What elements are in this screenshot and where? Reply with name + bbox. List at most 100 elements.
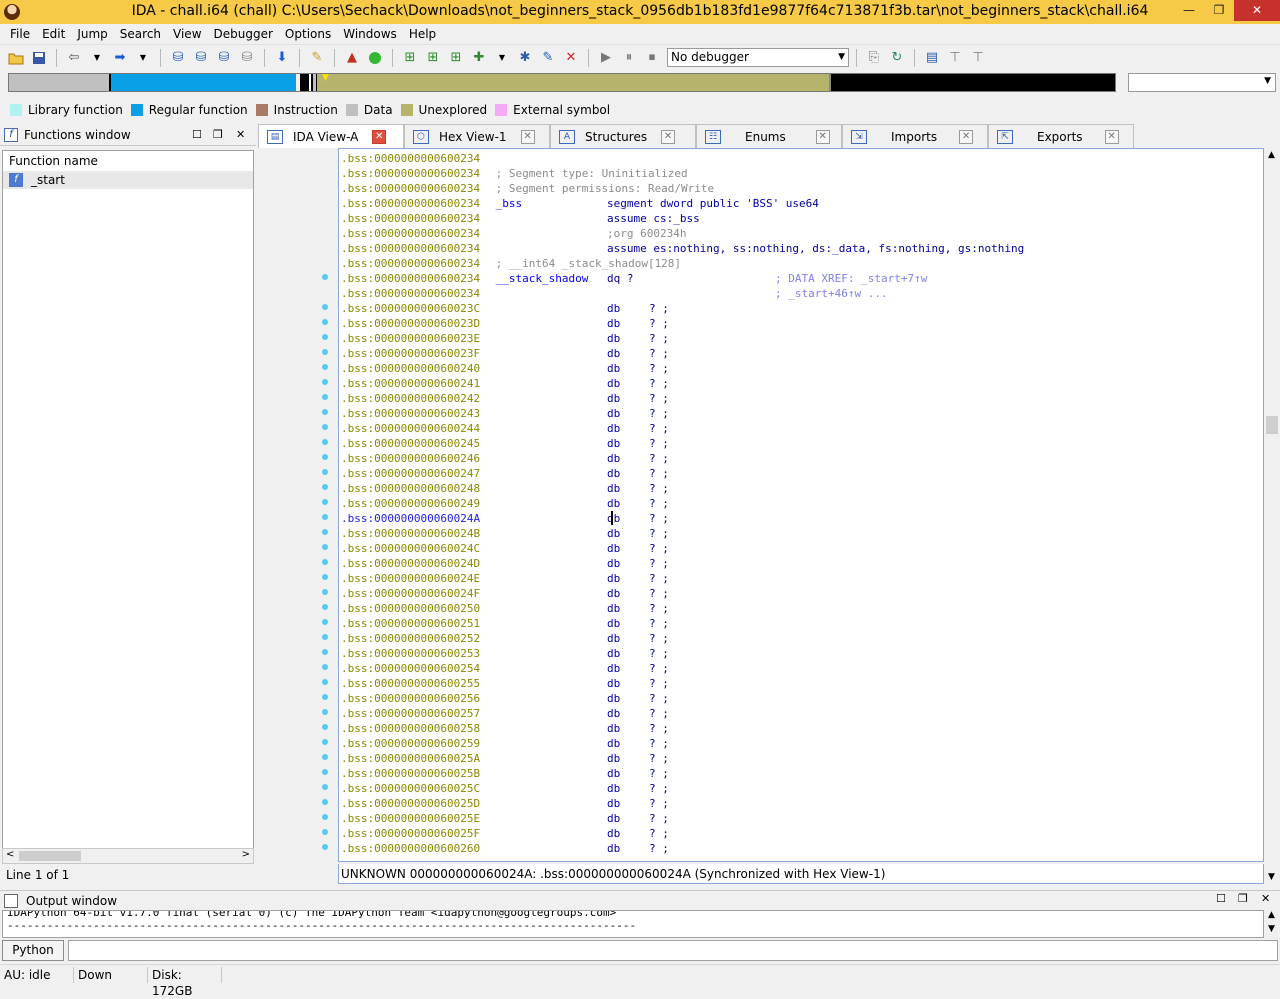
- disasm-line[interactable]: .bss:0000000000600245 db ? ;: [341, 436, 1241, 451]
- disasm-line[interactable]: .bss:0000000000600257 db ? ;: [341, 706, 1241, 721]
- disasm-line[interactable]: .bss:0000000000600248 db ? ;: [341, 481, 1241, 496]
- close-tab-icon[interactable]: ✕: [815, 129, 830, 144]
- down-arrow-icon[interactable]: ⬇: [272, 48, 292, 68]
- breakpoint-delete-icon[interactable]: ⊤: [968, 48, 988, 68]
- disasm-line[interactable]: .bss:0000000000600247 db ? ;: [341, 466, 1241, 481]
- disasm-line[interactable]: .bss:0000000000600242 db ? ;: [341, 391, 1241, 406]
- column-header-function-name[interactable]: Function name: [3, 151, 253, 171]
- menu-windows[interactable]: Windows: [337, 25, 403, 43]
- back-arrow-icon[interactable]: ⇦: [64, 48, 84, 68]
- debugger-select[interactable]: No debugger ▼: [667, 48, 849, 67]
- forward-arrow-icon[interactable]: ➡: [110, 48, 130, 68]
- disasm-line[interactable]: .bss:000000000060025F db ? ;: [341, 826, 1241, 841]
- tab-structures[interactable]: A Structures ✕: [550, 124, 696, 148]
- restore-icon[interactable]: ❐: [213, 128, 223, 141]
- disasm-line[interactable]: .bss:000000000060024A db ? ;: [341, 511, 1241, 526]
- scroll-thumb[interactable]: [1266, 416, 1278, 434]
- disasm-line[interactable]: .bss:0000000000600234 __stack_shadow dq ?…: [341, 271, 1241, 286]
- disasm-line[interactable]: .bss:000000000060025E db ? ;: [341, 811, 1241, 826]
- close-button[interactable]: ✕: [1234, 0, 1280, 21]
- refresh-icon[interactable]: ↻: [887, 48, 907, 68]
- disasm-line[interactable]: .bss:0000000000600256 db ? ;: [341, 691, 1241, 706]
- disasm-line[interactable]: .bss:0000000000600254 db ? ;: [341, 661, 1241, 676]
- disasm-line[interactable]: .bss:0000000000600258 db ? ;: [341, 721, 1241, 736]
- vertical-scrollbar[interactable]: ▲ ▼: [1264, 148, 1280, 884]
- scroll-down-icon[interactable]: ▼: [1268, 872, 1275, 882]
- close-icon[interactable]: ✕: [1261, 892, 1270, 905]
- disasm-line[interactable]: .bss:000000000060023D db ? ;: [341, 316, 1241, 331]
- disasm-line[interactable]: .bss:0000000000600260 db ? ;: [341, 841, 1241, 856]
- output-scrollbar[interactable]: ▲ ▼: [1264, 910, 1280, 938]
- close-tab-icon[interactable]: ✕: [1104, 129, 1119, 144]
- search-text-icon[interactable]: ⛁: [191, 48, 211, 68]
- menu-options[interactable]: Options: [279, 25, 337, 43]
- close-tab-icon[interactable]: ✕: [372, 129, 387, 144]
- output-text[interactable]: IDAPython 64-bit v1.7.0 final (serial 0)…: [2, 910, 1264, 938]
- tab-ida-view-a[interactable]: ▤ IDA View-A ✕: [258, 124, 404, 148]
- disasm-line[interactable]: .bss:0000000000600250 db ? ;: [341, 601, 1241, 616]
- disasm-line[interactable]: .bss:0000000000600244 db ? ;: [341, 421, 1241, 436]
- scroll-left-icon[interactable]: <: [6, 849, 14, 860]
- disasm-line[interactable]: .bss:000000000060023C db ? ;: [341, 301, 1241, 316]
- menu-file[interactable]: File: [4, 25, 36, 43]
- disasm-line[interactable]: .bss:0000000000600234 ; _start+46↑w ...: [341, 286, 1241, 301]
- python-button[interactable]: Python: [2, 940, 64, 961]
- disasm-line[interactable]: .bss:0000000000600243 db ? ;: [341, 406, 1241, 421]
- disasm-line[interactable]: .bss:000000000060025C db ? ;: [341, 781, 1241, 796]
- tracing-icon[interactable]: ▤: [922, 48, 942, 68]
- scroll-up-icon[interactable]: ▲: [1268, 150, 1275, 160]
- navigation-band[interactable]: ▼ ▼: [0, 70, 1280, 98]
- disasm-line[interactable]: .bss:0000000000600234 _bss segment dword …: [341, 196, 1241, 211]
- search-next-icon[interactable]: ⛁: [237, 48, 257, 68]
- tab-enums[interactable]: ☷ Enums ✕: [696, 124, 842, 148]
- add-string-icon[interactable]: ⊞: [446, 48, 466, 68]
- add-struct-icon[interactable]: ✚: [469, 48, 489, 68]
- disasm-line[interactable]: .bss:000000000060024B db ? ;: [341, 526, 1241, 541]
- segment-combo[interactable]: ▼: [1128, 73, 1276, 92]
- menu-help[interactable]: Help: [403, 25, 442, 43]
- disasm-line[interactable]: .bss:0000000000600251 db ? ;: [341, 616, 1241, 631]
- float-icon[interactable]: ☐: [192, 128, 202, 141]
- save-icon[interactable]: [29, 48, 49, 68]
- tab-exports[interactable]: ⇱ Exports ✕: [988, 124, 1134, 148]
- play-icon[interactable]: ▶: [596, 48, 616, 68]
- disasm-line[interactable]: .bss:0000000000600234 ; __int64 _stack_s…: [341, 256, 1241, 271]
- disasm-line[interactable]: .bss:000000000060024F db ? ;: [341, 586, 1241, 601]
- tab-imports[interactable]: ⇲ Imports ✕: [842, 124, 988, 148]
- close-tab-icon[interactable]: ✕: [661, 129, 676, 144]
- disasm-line[interactable]: .bss:000000000060024D db ? ;: [341, 556, 1241, 571]
- close-tab-icon[interactable]: ✕: [959, 129, 974, 144]
- menu-debugger[interactable]: Debugger: [208, 25, 279, 43]
- add-function-icon[interactable]: ⊞: [400, 48, 420, 68]
- disasm-line[interactable]: .bss:0000000000600252 db ? ;: [341, 631, 1241, 646]
- dropdown-arrow-icon[interactable]: ▼: [87, 48, 107, 68]
- scroll-down-icon[interactable]: ▼: [1268, 924, 1275, 934]
- menu-view[interactable]: View: [167, 25, 207, 43]
- delete-icon[interactable]: ✕: [561, 48, 581, 68]
- disasm-line[interactable]: .bss:0000000000600241 db ? ;: [341, 376, 1241, 391]
- menu-edit[interactable]: Edit: [36, 25, 71, 43]
- open-folder-icon[interactable]: [6, 48, 26, 68]
- scroll-thumb[interactable]: [19, 851, 81, 861]
- disasm-line[interactable]: .bss:000000000060023E db ? ;: [341, 331, 1241, 346]
- edit-icon[interactable]: ✎: [538, 48, 558, 68]
- breakpoint-icon[interactable]: ⊤: [945, 48, 965, 68]
- disasm-line[interactable]: .bss:000000000060023F db ? ;: [341, 346, 1241, 361]
- close-icon[interactable]: ✕: [236, 128, 245, 141]
- close-tab-icon[interactable]: ✕: [520, 129, 535, 144]
- function-row[interactable]: f _start: [3, 171, 253, 189]
- horizontal-scrollbar[interactable]: < >: [2, 848, 254, 864]
- disasm-line[interactable]: .bss:0000000000600234 ;org 600234h: [341, 226, 1241, 241]
- green-circle-icon[interactable]: [365, 48, 385, 68]
- disasm-line[interactable]: .bss:0000000000600255 db ? ;: [341, 676, 1241, 691]
- attach-icon[interactable]: ⎘: [864, 48, 884, 68]
- disasm-line[interactable]: .bss:0000000000600234 assume es:nothing, …: [341, 241, 1241, 256]
- python-command-input[interactable]: [68, 940, 1278, 961]
- minimize-button[interactable]: —: [1174, 0, 1204, 21]
- search-binary-icon[interactable]: ⛁: [168, 48, 188, 68]
- dropdown-arrow-icon[interactable]: ▼: [492, 48, 512, 68]
- dropdown-arrow-icon[interactable]: ▼: [133, 48, 153, 68]
- disasm-line[interactable]: .bss:0000000000600259 db ? ;: [341, 736, 1241, 751]
- pause-icon[interactable]: ⏸: [619, 48, 639, 68]
- gear-plugin-icon[interactable]: ✱: [515, 48, 535, 68]
